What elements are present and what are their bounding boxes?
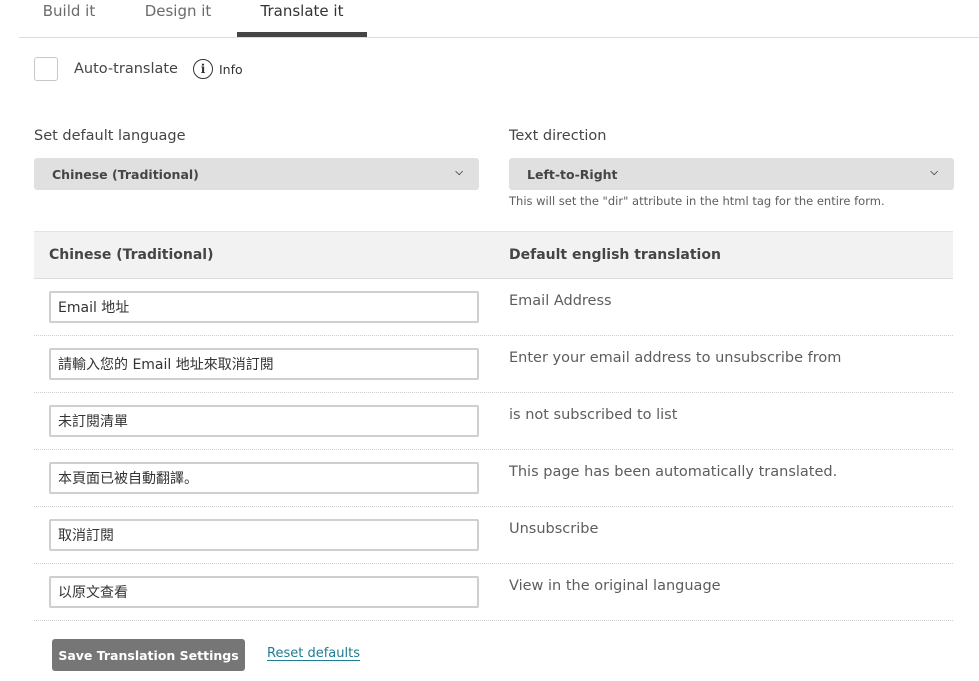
english-text: This page has been automatically transla…: [509, 464, 838, 480]
translation-input[interactable]: [49, 519, 479, 551]
tab-label: Translate it: [260, 2, 344, 20]
info-button[interactable]: i Info: [192, 59, 243, 79]
text-direction-select[interactable]: Left-to-Right ⌵: [509, 158, 954, 190]
tab-build-it[interactable]: Build it: [19, 0, 119, 37]
tab-design-it[interactable]: Design it: [119, 0, 237, 37]
english-text: View in the original language: [509, 578, 721, 594]
translation-input[interactable]: [49, 291, 479, 323]
english-text: Email Address: [509, 293, 612, 309]
english-text: Enter your email address to unsubscribe …: [509, 350, 842, 366]
table-row: View in the original language: [34, 564, 953, 621]
tab-bar: Build it Design it Translate it: [19, 0, 979, 38]
column-header-english: Default english translation: [509, 247, 721, 263]
table-row: Unsubscribe: [34, 507, 953, 564]
save-translation-settings-button[interactable]: Save Translation Settings: [52, 639, 245, 671]
table-row: This page has been automatically transla…: [34, 450, 953, 507]
table-row: is not subscribed to list: [34, 393, 953, 450]
chevron-down-icon: ⌵: [455, 167, 463, 178]
tab-label: Build it: [42, 2, 96, 20]
info-label: Info: [218, 61, 243, 77]
translation-table: Chinese (Traditional) Default english tr…: [34, 231, 953, 621]
tab-translate-it[interactable]: Translate it: [237, 0, 367, 37]
translation-input[interactable]: [49, 405, 479, 437]
reset-defaults-link[interactable]: Reset defaults: [267, 646, 360, 661]
table-header: Chinese (Traditional) Default english tr…: [34, 231, 953, 279]
text-direction-help: This will set the "dir" attribute in the…: [509, 194, 885, 208]
chevron-down-icon: ⌵: [930, 167, 938, 178]
default-language-label: Set default language: [34, 128, 186, 144]
text-direction-label: Text direction: [509, 128, 607, 144]
auto-translate-label: Auto-translate: [74, 61, 178, 77]
translation-input[interactable]: [49, 576, 479, 608]
translation-input[interactable]: [49, 462, 479, 494]
table-row: Email Address: [34, 279, 953, 336]
default-language-select[interactable]: Chinese (Traditional) ⌵: [34, 158, 479, 190]
info-circle-icon: i: [192, 59, 213, 79]
text-direction-value: Left-to-Right: [527, 166, 618, 182]
table-row: Enter your email address to unsubscribe …: [34, 336, 953, 393]
default-language-value: Chinese (Traditional): [52, 166, 199, 182]
tab-label: Design it: [144, 2, 212, 20]
auto-translate-row: Auto-translate i Info: [34, 56, 243, 82]
column-header-translation: Chinese (Traditional): [49, 247, 214, 263]
translation-input[interactable]: [49, 348, 479, 380]
english-text: Unsubscribe: [509, 521, 599, 537]
english-text: is not subscribed to list: [509, 407, 678, 423]
translate-settings-page: Build it Design it Translate it Auto-tra…: [0, 0, 979, 681]
auto-translate-checkbox[interactable]: [34, 57, 58, 81]
